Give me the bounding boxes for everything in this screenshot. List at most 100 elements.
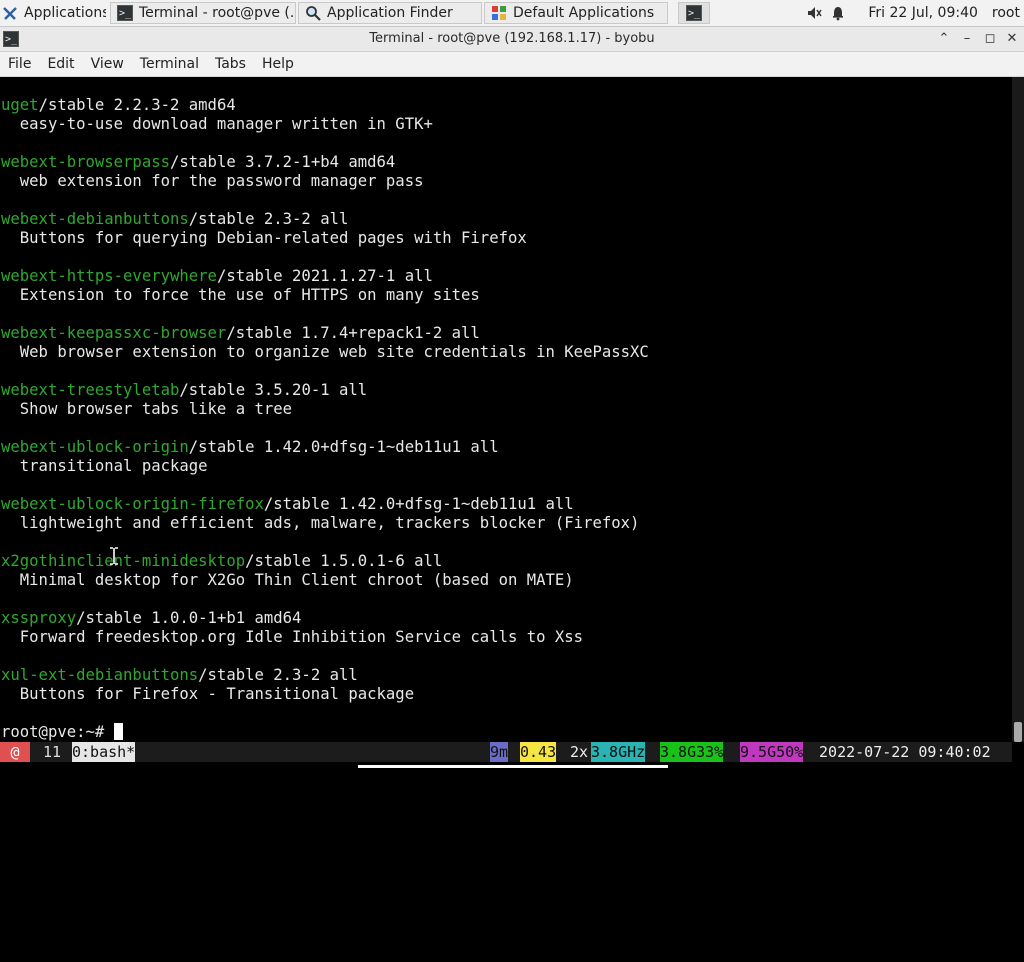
taskbar-app-finder-label: Application Finder [327,5,453,21]
taskbar-terminal[interactable]: >_ Terminal - root@pve (... [110,2,296,24]
package-version: /stable 2.2.3-2 amd64 [38,96,236,114]
package-line: xssproxy/stable 1.0.0-1+b1 amd64 [1,609,301,628]
menu-file[interactable]: File [0,56,39,72]
memory-percent: 33% [696,743,724,761]
taskbar-default-apps[interactable]: Default Applications [484,2,668,24]
close-icon[interactable]: ✕ [1003,30,1021,48]
package-line: webext-keepassxc-browser/stable 1.7.4+re… [1,324,480,343]
top-panel: Applications >_ Terminal - root@pve (...… [0,0,1024,27]
disk-usage: 9.5G50% [740,742,804,762]
terminal-scrollbar[interactable] [1012,77,1024,742]
disk-total: 9.5G [740,743,777,761]
package-description: Minimal desktop for X2Go Thin Client chr… [1,571,574,589]
memory-usage: 3.8G33% [660,742,724,762]
package-description: Buttons for querying Debian-related page… [1,229,527,247]
package-name: xul-ext-debianbuttons [1,666,199,684]
package-name: webext-debianbuttons [1,210,189,228]
panel-user[interactable]: root [992,5,1020,21]
magnifier-icon [305,5,321,21]
package-version: /stable 1.42.0+dfsg-1~deb11u1 all [188,438,499,456]
cpu-frequency: 3.8GHz [591,742,646,762]
byobu-logo: @ [0,742,30,762]
window-shade-icon[interactable]: ⌃ [935,30,953,48]
package-line: x2gothinclient-minidesktop/stable 1.5.0.… [1,552,442,571]
taskbar-active-terminal[interactable]: >_ [678,2,710,24]
menu-view[interactable]: View [83,56,132,72]
package-version: /stable 1.0.0-1+b1 amd64 [76,609,302,627]
window-title: Terminal - root@pve (192.168.1.17) - byo… [369,31,655,46]
byobu-status-bar: @ 11 0:bash* 9m 0.43 2x 3.8GHz 3.8G33% 9… [0,742,1012,762]
shell-prompt: root@pve:~# [1,723,114,741]
terminal-output[interactable]: uget/stable 2.2.3-2 amd64 easy-to-use do… [0,77,1012,742]
menu-terminal[interactable]: Terminal [132,56,207,72]
shell-prompt-line[interactable]: root@pve:~# [1,723,123,742]
updates-count: 11 [34,743,71,761]
volume-muted-icon[interactable] [806,5,822,21]
maximize-icon[interactable]: ◻ [981,30,999,48]
package-version: /stable 1.7.4+repack1-2 all [226,324,480,342]
terminal-icon: >_ [117,5,133,21]
package-name: webext-browserpass [1,153,170,171]
package-version: /stable 1.5.0.1-6 all [245,552,443,570]
load-average: 0.43 [520,742,557,762]
taskbar-default-apps-label: Default Applications [513,5,655,21]
package-version: /stable 2.3-2 all [188,210,349,228]
ibeam-cursor-icon [110,547,118,565]
package-description: transitional package [1,457,208,475]
package-line: webext-browserpass/stable 3.7.2-1+b4 amd… [1,153,395,172]
menu-help[interactable]: Help [254,56,302,72]
package-description: Extension to force the use of HTTPS on m… [1,286,480,304]
package-version: /stable 3.7.2-1+b4 amd64 [170,153,396,171]
package-name: x2gothinclient-minidesktop [1,552,246,570]
notification-bell-icon[interactable] [830,5,846,21]
package-name: uget [1,96,39,114]
package-name: webext-ublock-origin-firefox [1,495,264,513]
menu-bar: File Edit View Terminal Tabs Help [0,52,1024,77]
package-name: webext-keepassxc-browser [1,324,227,342]
disk-percent: 50% [776,743,804,761]
package-description: Forward freedesktop.org Idle Inhibition … [1,628,584,646]
applications-label: Applications [24,5,106,21]
taskbar-terminal-label: Terminal - root@pve (... [139,5,296,21]
package-description: Buttons for Firefox - Transitional packa… [1,685,415,703]
terminal-icon: >_ [686,5,702,21]
package-version: /stable 2.3-2 all [198,666,358,684]
package-description: Show browser tabs like a tree [1,400,293,418]
package-name: webext-treestyletab [1,381,180,399]
package-name: webext-ublock-origin [1,438,189,456]
window-tab-bash[interactable]: 0:bash* [72,742,136,762]
taskbar-app-finder[interactable]: Application Finder [298,2,482,24]
package-description: easy-to-use download manager written in … [1,115,433,133]
package-line: webext-https-everywhere/stable 2021.1.27… [1,267,433,286]
package-line: webext-treestyletab/stable 3.5.20-1 all [1,381,367,400]
package-description: web extension for the password manager p… [1,172,424,190]
status-datetime: 2022-07-22 09:40:02 [810,743,991,761]
package-description: Web browser extension to organize web si… [1,343,649,361]
minimize-icon[interactable]: – [958,30,976,48]
package-version: /stable 2021.1.27-1 all [216,267,433,285]
package-line: webext-ublock-origin/stable 1.42.0+dfsg-… [1,438,499,457]
bottom-strip [0,762,1024,768]
window-titlebar[interactable]: >_ Terminal - root@pve (192.168.1.17) - … [0,27,1024,52]
package-line: xul-ext-debianbuttons/stable 2.3-2 all [1,666,358,685]
package-name: webext-https-everywhere [1,267,217,285]
uptime: 9m [490,742,509,762]
xfce-mouse-icon [2,5,18,21]
text-cursor [113,723,123,740]
colorful-grid-icon [491,5,507,21]
package-description: lightweight and efficient ads, malware, … [1,514,640,532]
applications-menu-button[interactable]: Applications [0,2,106,24]
package-version: /stable 1.42.0+dfsg-1~deb11u1 all [263,495,574,513]
panel-clock[interactable]: Fri 22 Jul, 09:40 [868,5,978,21]
system-tray: Fri 22 Jul, 09:40 root [806,0,1024,26]
menu-tabs[interactable]: Tabs [207,56,254,72]
package-line: webext-debianbuttons/stable 2.3-2 all [1,210,348,229]
package-name: xssproxy [1,609,77,627]
cpu-count: 2x [561,743,589,761]
menu-edit[interactable]: Edit [39,56,82,72]
package-line: webext-ublock-origin-firefox/stable 1.42… [1,495,574,514]
scrollbar-thumb[interactable] [1014,722,1022,742]
package-line: uget/stable 2.2.3-2 amd64 [1,96,236,115]
package-version: /stable 3.5.20-1 all [179,381,368,399]
memory-total: 3.8G [660,743,697,761]
